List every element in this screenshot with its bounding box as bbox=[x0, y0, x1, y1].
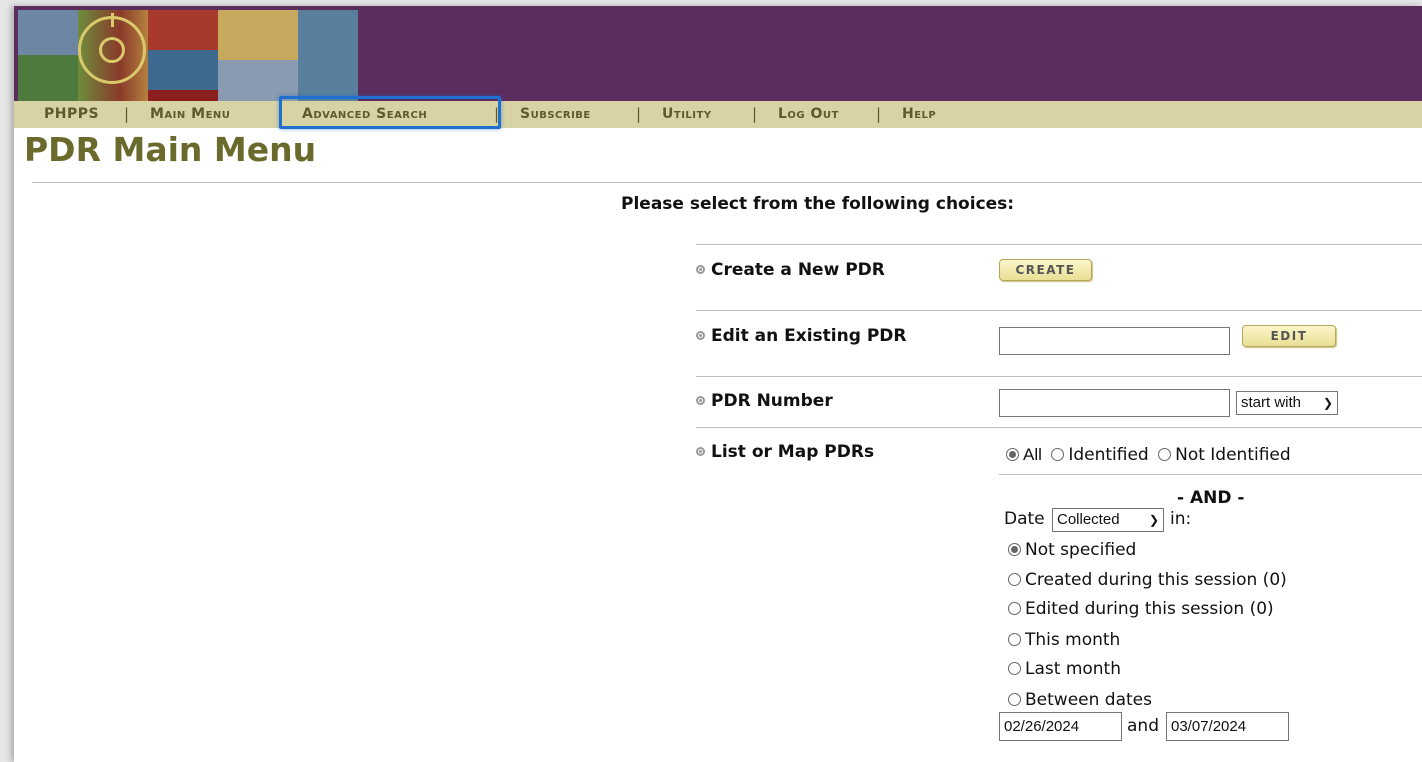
period-option[interactable]: Created during this session (0) bbox=[1008, 570, 1287, 590]
edit-pdr-input[interactable] bbox=[999, 327, 1230, 355]
bullet-icon bbox=[696, 396, 705, 405]
advanced-search-highlight bbox=[279, 96, 501, 129]
pdr-number-match-select[interactable]: start with ❯ bbox=[1236, 391, 1338, 415]
period-option[interactable]: Edited during this session (0) bbox=[1008, 599, 1274, 619]
identified-filter: All Identified Not Identified bbox=[1006, 445, 1291, 465]
row-divider bbox=[696, 376, 1422, 377]
period-option[interactable]: Not specified bbox=[1008, 540, 1136, 560]
date-label: Date bbox=[1004, 509, 1045, 529]
date-to-input[interactable] bbox=[1166, 712, 1289, 741]
date-type-row: Date bbox=[1004, 509, 1045, 529]
date-from-input[interactable] bbox=[999, 712, 1122, 741]
radio-identified[interactable] bbox=[1051, 448, 1065, 461]
pdr-number-input[interactable] bbox=[999, 389, 1230, 417]
bullet-icon bbox=[696, 265, 705, 274]
date-type-select[interactable]: Collected ❯ bbox=[1052, 508, 1164, 532]
period-option[interactable]: Last month bbox=[1008, 659, 1121, 679]
nav-separator: | bbox=[752, 105, 758, 123]
period-option[interactable]: Between dates bbox=[1008, 690, 1152, 710]
nav-item-help[interactable]: Help bbox=[902, 101, 936, 128]
bullet-icon bbox=[696, 331, 705, 340]
and-separator: - AND - bbox=[1177, 488, 1245, 508]
nav-item-phpps[interactable]: PHPPS bbox=[44, 101, 99, 128]
radio-between-dates[interactable] bbox=[1008, 693, 1021, 706]
nav-separator: | bbox=[636, 105, 642, 123]
radio-not-identified[interactable] bbox=[1158, 448, 1172, 461]
radio-created-session[interactable] bbox=[1008, 573, 1021, 586]
select-value: start with bbox=[1241, 394, 1302, 411]
nav-item-subscribe[interactable]: Subscribe bbox=[520, 101, 591, 128]
list-map-label: List or Map PDRs bbox=[696, 442, 874, 462]
nav-item-main-menu[interactable]: Main Menu bbox=[150, 101, 230, 128]
page-title: PDR Main Menu bbox=[24, 130, 317, 169]
nav-item-log-out[interactable]: Log Out bbox=[778, 101, 839, 128]
nav-separator: | bbox=[124, 105, 130, 123]
row-divider bbox=[696, 427, 1422, 428]
between-and-label: and bbox=[1127, 716, 1159, 736]
select-value: Collected bbox=[1057, 511, 1120, 528]
nav-separator: | bbox=[876, 105, 882, 123]
nav-bar: PHPPS | Main Menu | Advanced Search | Su… bbox=[14, 101, 1422, 128]
title-divider bbox=[32, 182, 1422, 183]
radio-this-month[interactable] bbox=[1008, 633, 1021, 646]
nav-item-utility[interactable]: Utility bbox=[662, 101, 712, 128]
instruction-text: Please select from the following choices… bbox=[621, 194, 1015, 214]
radio-edited-session[interactable] bbox=[1008, 602, 1021, 615]
chevron-down-icon: ❯ bbox=[1148, 513, 1159, 527]
header-banner bbox=[14, 6, 1422, 101]
logo-icon bbox=[78, 13, 146, 84]
edit-pdr-label: Edit an Existing PDR bbox=[696, 326, 906, 346]
period-option[interactable]: This month bbox=[1008, 630, 1120, 650]
radio-all[interactable] bbox=[1006, 448, 1019, 461]
in-label: in: bbox=[1170, 509, 1192, 529]
page: PHPPS | Main Menu | Advanced Search | Su… bbox=[14, 6, 1422, 762]
create-button[interactable]: CREATE bbox=[999, 259, 1092, 281]
radio-not-specified[interactable] bbox=[1008, 543, 1021, 556]
edit-button[interactable]: EDIT bbox=[1242, 325, 1336, 347]
create-pdr-label: Create a New PDR bbox=[696, 260, 885, 280]
row-divider bbox=[696, 244, 1422, 245]
banner-collage-image bbox=[18, 10, 358, 101]
row-divider bbox=[999, 474, 1422, 475]
radio-last-month[interactable] bbox=[1008, 662, 1021, 675]
pdr-number-label: PDR Number bbox=[696, 391, 833, 411]
bullet-icon bbox=[696, 447, 705, 456]
chevron-down-icon: ❯ bbox=[1322, 396, 1333, 410]
row-divider bbox=[696, 310, 1422, 311]
